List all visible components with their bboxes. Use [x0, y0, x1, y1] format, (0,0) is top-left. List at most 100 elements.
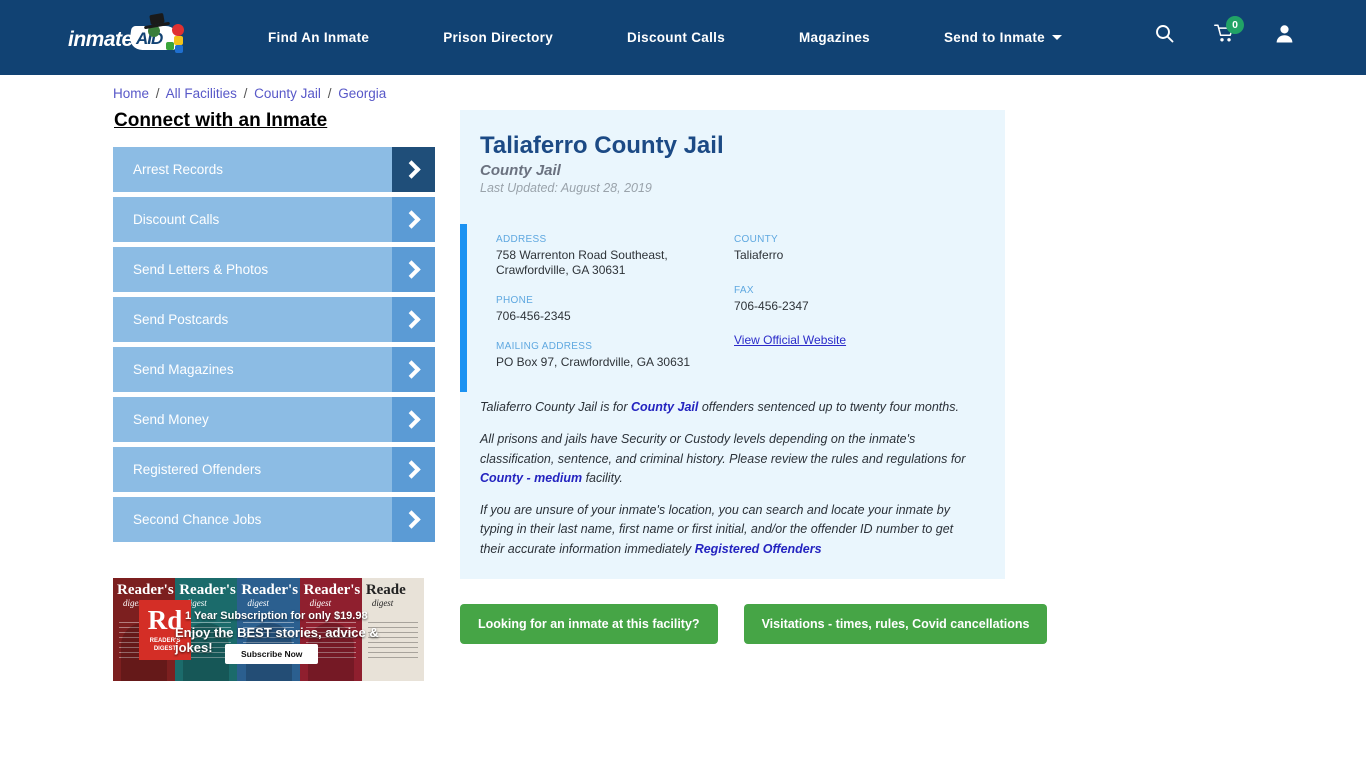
breadcrumb-item-home[interactable]: Home [113, 86, 149, 101]
ad-cover-title: Reader's [117, 582, 174, 598]
content-columns: Connect with an Inmate Arrest Records Di… [0, 110, 1366, 681]
sidebar-item-send-letters-photos[interactable]: Send Letters & Photos [113, 247, 435, 292]
sidebar-item-arrest-records[interactable]: Arrest Records [113, 147, 435, 192]
logo-wordmark: inmate [68, 27, 133, 51]
registered-offenders-link[interactable]: Registered Offenders [695, 542, 822, 556]
looking-for-inmate-button[interactable]: Looking for an inmate at this facility? [460, 603, 718, 644]
sidebar-item-label: Discount Calls [133, 212, 220, 227]
visitations-info-button[interactable]: Visitations - times, rules, Covid cancel… [743, 603, 1048, 644]
chevron-right-icon [392, 297, 435, 342]
shopping-cart-icon[interactable]: 0 [1214, 16, 1244, 43]
page-body: Home / All Facilities / County Jail / Ge… [0, 75, 1366, 681]
sidebar-item-send-postcards[interactable]: Send Postcards [113, 297, 435, 342]
nav-item-send-to-inmate[interactable]: Send to Inmate [944, 30, 1062, 45]
logo-confetti-green-icon [166, 41, 174, 50]
nav-item-magazines[interactable]: Magazines [799, 30, 870, 45]
chevron-right-icon [392, 447, 435, 492]
facility-info-column-left: ADDRESS 758 Warrenton Road Southeast, Cr… [496, 234, 734, 370]
facility-info-column-right: COUNTY Taliaferro FAX 706-456-2347 View … [734, 234, 964, 370]
sidebar-item-label: Send Magazines [133, 362, 234, 377]
phone-value: 706-456-2345 [496, 309, 571, 323]
county-medium-link[interactable]: County - medium [480, 471, 582, 485]
sidebar-item-discount-calls[interactable]: Discount Calls [113, 197, 435, 242]
site-header: inmate AID Find An Inmate Prison Directo… [0, 0, 1366, 75]
chevron-right-icon [392, 397, 435, 442]
description-paragraph-1: Taliaferro County Jail is for County Jai… [480, 398, 980, 417]
nav-item-discount-calls[interactable]: Discount Calls [627, 30, 725, 45]
sidebar-item-label: Registered Offenders [133, 462, 262, 477]
sidebar: Connect with an Inmate Arrest Records Di… [113, 110, 435, 681]
facility-panel: Taliaferro County Jail County Jail Last … [460, 110, 1005, 579]
nav-item-prison-directory[interactable]: Prison Directory [443, 30, 553, 45]
phone-group: PHONE 706-456-2345 [496, 295, 734, 324]
sidebar-item-send-magazines[interactable]: Send Magazines [113, 347, 435, 392]
address-group: ADDRESS 758 Warrenton Road Southeast, Cr… [496, 234, 734, 278]
ad-headline: 1 Year Subscription for only $19.98 [185, 610, 368, 622]
sidebar-item-registered-offenders[interactable]: Registered Offenders [113, 447, 435, 492]
ad-cover-subtitle: digest [247, 598, 269, 608]
sidebar-item-send-money[interactable]: Send Money [113, 397, 435, 442]
mailing-address-value: PO Box 97, Crawfordville, GA 30631 [496, 355, 691, 369]
paragraph-2-text-a: All prisons and jails have Security or C… [480, 432, 966, 466]
paragraph-2-text-b: facility. [582, 470, 623, 485]
breadcrumb-item-georgia[interactable]: Georgia [338, 86, 386, 101]
ad-cover-subtitle: digest [371, 598, 394, 608]
county-jail-link[interactable]: County Jail [631, 400, 698, 414]
chevron-right-icon [392, 347, 435, 392]
fax-value: 706-456-2347 [734, 299, 809, 313]
main-content: Taliaferro County Jail County Jail Last … [460, 110, 1048, 681]
paragraph-1-text-b: offenders sentenced up to twenty four mo… [698, 400, 959, 414]
sidebar-item-label: Send Postcards [133, 312, 229, 327]
facility-header: Taliaferro County Jail County Jail Last … [460, 132, 1005, 195]
logo-hat-icon [144, 14, 170, 27]
chevron-down-icon [1051, 35, 1062, 40]
mailing-address-group: MAILING ADDRESS PO Box 97, Crawfordville… [496, 341, 734, 370]
chevron-right-icon [392, 247, 435, 292]
address-label: ADDRESS [496, 234, 547, 245]
ad-cover-title: Reader's [179, 582, 236, 598]
ad-cover-title: Reade [365, 582, 406, 598]
breadcrumb-item-all-facilities[interactable]: All Facilities [166, 86, 237, 101]
nav-item-find-an-inmate[interactable]: Find An Inmate [268, 30, 369, 45]
facility-description: Taliaferro County Jail is for County Jai… [460, 392, 1005, 579]
phone-label: PHONE [496, 295, 534, 306]
cta-button-row: Looking for an inmate at this facility? … [460, 603, 1048, 644]
logo-confetti-yellow-icon [174, 35, 183, 45]
logo-confetti-blue-icon [175, 44, 183, 53]
ad-cover-title: Reader's [303, 582, 361, 598]
address-value: 758 Warrenton Road Southeast, Crawfordvi… [496, 248, 734, 278]
fax-group: FAX 706-456-2347 [734, 285, 964, 314]
breadcrumb: Home / All Facilities / County Jail / Ge… [0, 75, 1366, 101]
logo-confetti-red-icon [172, 23, 184, 36]
nav-item-send-to-inmate-label: Send to Inmate [944, 30, 1045, 45]
search-icon[interactable] [1155, 24, 1174, 43]
fax-label: FAX [734, 285, 754, 296]
breadcrumb-separator: / [155, 86, 160, 101]
description-paragraph-2: All prisons and jails have Security or C… [480, 430, 980, 488]
county-label: COUNTY [734, 234, 779, 245]
description-paragraph-3: If you are unsure of your inmate's locat… [480, 501, 980, 559]
address-line-2: Crawfordville, GA 30631 [496, 263, 626, 277]
site-logo[interactable]: inmate AID [62, 16, 192, 60]
sidebar-item-label: Second Chance Jobs [133, 512, 262, 527]
facility-info-block: ADDRESS 758 Warrenton Road Southeast, Cr… [460, 224, 1005, 392]
cart-count-badge: 0 [1226, 16, 1244, 34]
county-value: Taliaferro [734, 248, 784, 262]
sidebar-item-second-chance-jobs[interactable]: Second Chance Jobs [113, 497, 435, 542]
ad-cover-subtitle: digest [309, 598, 332, 608]
official-website-group: View Official Website [734, 331, 964, 349]
view-official-website-link[interactable]: View Official Website [734, 333, 846, 347]
sidebar-item-label: Arrest Records [133, 162, 224, 177]
county-group: COUNTY Taliaferro [734, 234, 964, 263]
advertisement-banner[interactable]: Reader's digest Reader's digest Reader's… [113, 578, 424, 681]
address-line-1: 758 Warrenton Road Southeast, [496, 248, 668, 262]
last-updated-text: Last Updated: August 28, 2019 [480, 181, 652, 195]
page-title: Taliaferro County Jail [480, 132, 724, 159]
sidebar-item-label: Send Letters & Photos [133, 262, 269, 277]
breadcrumb-separator: / [243, 86, 248, 101]
sidebar-item-label: Send Money [133, 412, 209, 427]
user-account-icon[interactable] [1275, 24, 1294, 43]
ad-subscribe-button[interactable]: Subscribe Now [225, 644, 319, 664]
breadcrumb-item-county-jail[interactable]: County Jail [254, 86, 321, 101]
sidebar-title: Connect with an Inmate [114, 110, 328, 131]
